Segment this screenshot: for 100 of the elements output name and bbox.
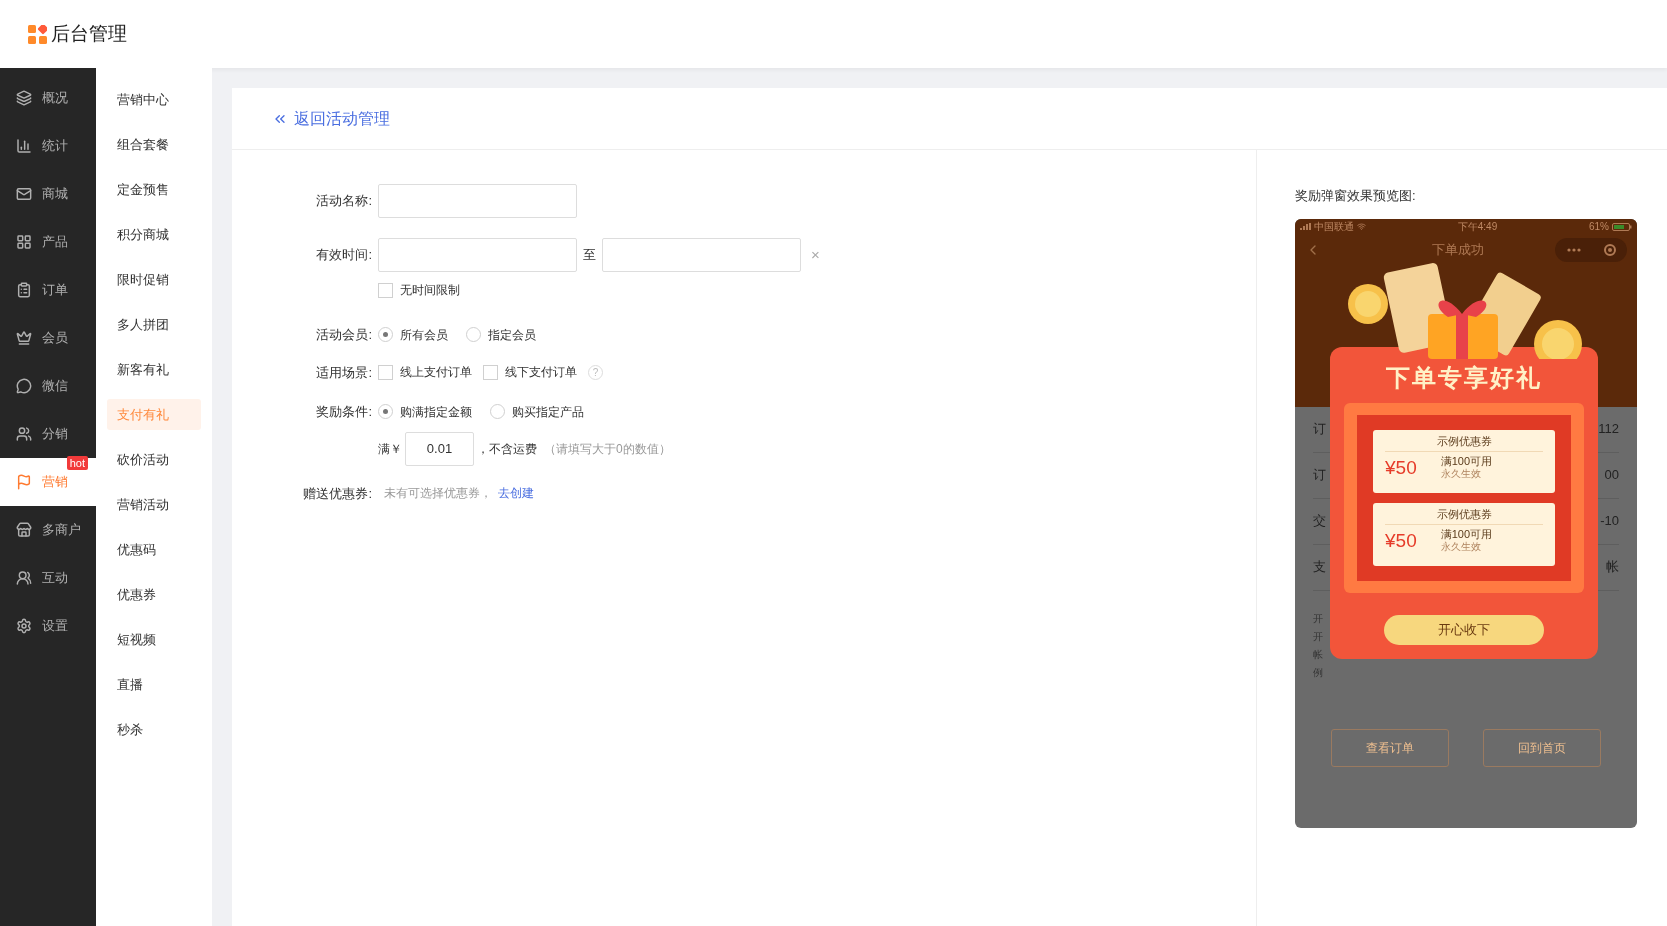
- range-separator: 至: [583, 246, 596, 265]
- radio-button[interactable]: [378, 404, 393, 420]
- store-icon: [16, 522, 32, 538]
- row-label: 交: [1313, 512, 1326, 531]
- wifi-icon: [1357, 222, 1366, 231]
- submenu-item[interactable]: 限时促销: [107, 264, 201, 295]
- row-value: 00: [1604, 466, 1619, 485]
- clipboard-icon: [16, 282, 32, 298]
- submenu-item[interactable]: 优惠码: [107, 534, 201, 565]
- coupon-condition: 满100可用: [1440, 454, 1493, 468]
- submenu-item[interactable]: 营销活动: [107, 489, 201, 520]
- envelope-icon: [16, 186, 32, 202]
- nav-item[interactable]: 产品: [0, 218, 96, 266]
- submenu-item[interactable]: 砍价活动: [107, 444, 201, 475]
- battery-icon: [1612, 222, 1632, 231]
- checkbox[interactable]: [378, 364, 393, 380]
- hint-text: （请填写大于0的数值）: [544, 440, 671, 458]
- amount-prefix: 满￥: [378, 440, 402, 458]
- field-label: 活动会员:: [315, 326, 372, 344]
- submenu-item[interactable]: 直播: [107, 669, 201, 700]
- row-value: -10: [1600, 512, 1619, 531]
- battery-text: 61%: [1588, 220, 1609, 234]
- logo-icon: [28, 24, 47, 44]
- radio-button[interactable]: [466, 327, 481, 343]
- coupon-condition: 满100可用: [1440, 527, 1493, 541]
- app-title: 后台管理: [51, 21, 127, 46]
- radio-label: 购满指定金额: [400, 403, 472, 421]
- nav-item[interactable]: 分销: [0, 410, 96, 458]
- field-label: 适用场景:: [315, 363, 372, 382]
- checkbox-label: 无时间限制: [400, 282, 460, 299]
- back-link[interactable]: 返回活动管理: [272, 106, 390, 131]
- settings-icon: [16, 618, 32, 634]
- radio-label: 所有会员: [400, 326, 448, 344]
- checkbox-label: 线上支付订单: [400, 364, 472, 382]
- row-value: 帐: [1606, 558, 1619, 577]
- submenu-item[interactable]: 秒杀: [107, 714, 201, 745]
- user-icon: [16, 426, 32, 442]
- field-label: 有效时间:: [315, 246, 372, 265]
- submenu-item[interactable]: 积分商城: [107, 219, 201, 250]
- capsule-menu[interactable]: [1555, 237, 1627, 262]
- signal-icon: [1300, 223, 1311, 230]
- flag-icon: [16, 474, 32, 490]
- more-icon: [1566, 247, 1581, 252]
- nav-item[interactable]: 订单: [0, 266, 96, 314]
- nav-item[interactable]: 营销 hot: [0, 458, 96, 506]
- layers-icon: [16, 90, 32, 106]
- field-label: 赠送优惠券:: [302, 484, 372, 503]
- radio-button[interactable]: [490, 404, 505, 420]
- bar-chart-icon: [16, 138, 32, 154]
- row-label: 订: [1313, 466, 1326, 485]
- nav-item[interactable]: 互动: [0, 554, 96, 602]
- radio-label: 购买指定产品: [512, 403, 584, 421]
- submenu-item[interactable]: 营销中心: [107, 84, 201, 115]
- accept-button[interactable]: 开心收下: [1384, 614, 1544, 645]
- nav-item[interactable]: 设置: [0, 602, 96, 650]
- checkbox-label: 线下支付订单: [505, 364, 577, 382]
- checkbox[interactable]: [483, 364, 498, 380]
- field-label: 活动名称:: [315, 192, 372, 211]
- nav-item[interactable]: 会员: [0, 314, 96, 362]
- nav-item[interactable]: 微信: [0, 362, 96, 410]
- nav-item[interactable]: 概况: [0, 74, 96, 122]
- create-link[interactable]: 去创建: [498, 484, 534, 503]
- submenu-item[interactable]: 多人拼团: [107, 309, 201, 340]
- people-icon: [16, 570, 32, 586]
- nav-item[interactable]: 统计: [0, 122, 96, 170]
- submenu-item[interactable]: 新客有礼: [107, 354, 201, 385]
- page-title: 下单成功: [1432, 240, 1484, 259]
- coupon-validity: 永久生效: [1440, 540, 1482, 553]
- status-time: 下午4:49: [1457, 220, 1498, 234]
- target-icon: [1603, 243, 1616, 256]
- submenu-item[interactable]: 短视频: [107, 624, 201, 655]
- radio-button[interactable]: [378, 327, 393, 343]
- name-input[interactable]: [378, 184, 577, 218]
- empty-coupons-text: 未有可选择优惠券，: [384, 485, 492, 503]
- submenu-item[interactable]: 优惠券: [107, 579, 201, 610]
- crown-icon: [16, 330, 32, 346]
- nav-item[interactable]: 多商户: [0, 506, 96, 554]
- start-time-input[interactable]: [378, 238, 577, 272]
- coupon-name: 示例优惠券: [1435, 506, 1493, 522]
- coupon-amount: ¥50: [1385, 530, 1417, 550]
- hot-badge: hot: [66, 456, 88, 470]
- preview-title: 奖励弹窗效果预览图:: [1295, 187, 1417, 205]
- carrier-text: 中国联通: [1314, 220, 1354, 234]
- submenu-item[interactable]: 定金预售: [107, 174, 201, 205]
- row-value: 112: [1598, 420, 1619, 439]
- coupon-name: 示例优惠券: [1435, 433, 1493, 449]
- row-label: 订: [1313, 420, 1326, 439]
- radio-label: 指定会员: [488, 326, 536, 344]
- coupon-amount: ¥50: [1385, 457, 1417, 477]
- nav-item[interactable]: 商城: [0, 170, 96, 218]
- checkbox[interactable]: [378, 282, 393, 298]
- field-label: 奖励条件:: [315, 403, 372, 421]
- submenu-item[interactable]: 组合套餐: [107, 129, 201, 160]
- end-time-input[interactable]: [602, 238, 801, 272]
- coupon-validity: 永久生效: [1440, 467, 1482, 480]
- chat-bubble-icon: [16, 378, 32, 394]
- amount-input[interactable]: 0.01: [405, 431, 474, 466]
- popup-title: 下单专享好礼: [1386, 362, 1542, 393]
- amount-suffix: ，不含运费: [477, 440, 537, 458]
- row-label: 支: [1313, 558, 1326, 577]
